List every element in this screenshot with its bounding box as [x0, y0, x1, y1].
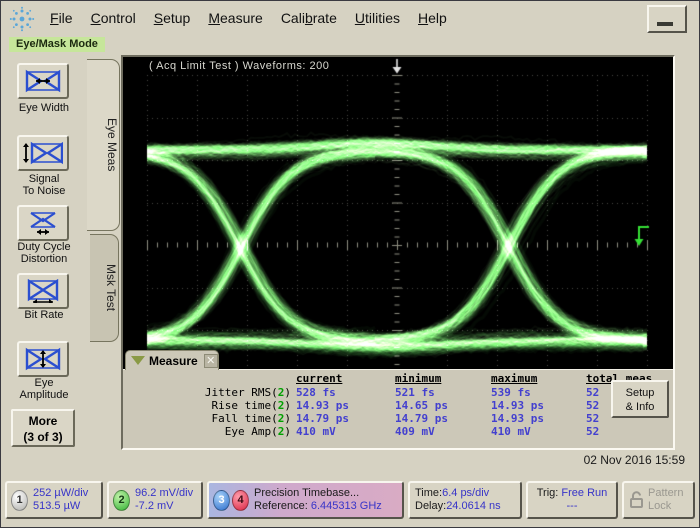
timebase-title: Precision Timebase...: [254, 487, 382, 500]
more-button[interactable]: More (3 of 3): [11, 409, 75, 447]
channel2-scale: 96.2 mV/div: [135, 487, 193, 500]
measure-maximum: 410 mV: [491, 425, 531, 438]
measure-panel-tab[interactable]: Measure ✕: [125, 350, 219, 370]
measure-minimum: 14.79 ps: [395, 412, 448, 425]
measure-tab-label: Measure: [149, 354, 198, 368]
pattern-lock-label1: Pattern: [648, 487, 683, 500]
channel2-offset: -7.2 mV: [135, 500, 193, 513]
trig-value: Free Run: [561, 487, 607, 499]
bit-rate-button[interactable]: [17, 273, 69, 309]
channel1-offset: 513.5 µW: [33, 500, 88, 513]
channel1-scale: 252 µW/div: [33, 487, 88, 500]
signal-to-noise-icon: [23, 141, 63, 165]
measure-current: 14.93 ps: [296, 399, 349, 412]
measure-row-jitter: Jitter RMS(2) 528 fs 521 fs 539 fs 52: [123, 386, 673, 399]
datetime-text: 02 Nov 2016 15:59: [584, 453, 685, 467]
measure-label: Fall time(2): [123, 412, 291, 425]
eye-amplitude-button[interactable]: [17, 341, 69, 377]
channel3-badge: 3: [213, 490, 230, 511]
channel2-badge: 2: [113, 490, 130, 511]
scope-display: ( Acq Limit Test ) Waveforms: 200 Measur…: [121, 55, 675, 450]
col-header-current: current: [296, 372, 342, 385]
menu-file[interactable]: File: [41, 6, 82, 30]
measure-maximum: 14.93 ps: [491, 412, 544, 425]
menu-calibrate[interactable]: Calibrate: [272, 6, 346, 30]
measure-minimum: 14.65 ps: [395, 399, 448, 412]
measure-current: 528 fs: [296, 386, 336, 399]
menu-utilities[interactable]: Utilities: [346, 6, 409, 30]
bit-rate-label: Bit Rate: [1, 309, 87, 321]
pattern-lock-button[interactable]: Pattern Lock: [622, 481, 695, 519]
menu-help[interactable]: Help: [409, 6, 456, 30]
acquisition-status-text: ( Acq Limit Test ) Waveforms: 200: [149, 60, 329, 72]
measure-maximum: 14.93 ps: [491, 399, 544, 412]
tab-msk-test[interactable]: Msk Test: [90, 234, 119, 342]
minimize-button[interactable]: [647, 5, 687, 33]
measure-current: 14.79 ps: [296, 412, 349, 425]
channel4-badge: 4: [232, 490, 249, 511]
bit-rate-icon: [23, 279, 63, 303]
measure-total: 52: [586, 399, 599, 412]
measure-minimum: 521 fs: [395, 386, 435, 399]
measure-minimum: 409 mV: [395, 425, 435, 438]
eye-width-button[interactable]: [17, 63, 69, 99]
setup-info-button[interactable]: Setup & Info: [611, 380, 669, 418]
pattern-lock-label2: Lock: [648, 500, 683, 513]
agilent-spark-icon: [9, 6, 35, 32]
duty-cycle-distortion-label: Duty CycleDistortion: [1, 241, 87, 265]
eye-width-icon: [23, 69, 63, 93]
duty-cycle-distortion-icon: [23, 211, 63, 235]
precision-timebase-panel[interactable]: 3 4 Precision Timebase... Reference: 6.4…: [207, 481, 404, 519]
measure-row-falltime: Fall time(2) 14.79 ps 14.79 ps 14.93 ps …: [123, 412, 673, 425]
reference-value: 6.445313 GHz: [311, 500, 382, 512]
oscilloscope-window: File Control Setup Measure Calibrate Uti…: [0, 0, 700, 528]
measure-row-risetime: Rise time(2) 14.93 ps 14.65 ps 14.93 ps …: [123, 399, 673, 412]
measure-label: Eye Amp(2): [123, 425, 291, 438]
measure-label: Rise time(2): [123, 399, 291, 412]
delay-label: Delay:: [415, 500, 446, 512]
channel1-badge: 1: [11, 490, 28, 511]
time-value: 6.4 ps/div: [442, 487, 489, 499]
measure-current: 410 mV: [296, 425, 336, 438]
trig-label: Trig:: [537, 487, 562, 499]
tab-eye-meas[interactable]: Eye Meas: [87, 59, 120, 231]
timebase-scale-panel[interactable]: Time:6.4 ps/div Delay:24.0614 ns: [408, 481, 522, 519]
mode-label: Eye/Mask Mode: [9, 37, 105, 52]
eye-width-label: Eye Width: [1, 102, 87, 114]
signal-to-noise-button[interactable]: [17, 135, 69, 171]
measure-maximum: 539 fs: [491, 386, 531, 399]
measure-row-eyeamp: Eye Amp(2) 410 mV 409 mV 410 mV 52: [123, 425, 673, 438]
unlock-icon: [629, 491, 644, 509]
measure-panel: current minimum maximum total meas Jitte…: [123, 369, 673, 448]
channel1-panel[interactable]: 1 252 µW/div 513.5 µW: [5, 481, 103, 519]
col-header-minimum: minimum: [395, 372, 441, 385]
menu-setup[interactable]: Setup: [145, 6, 200, 30]
channel2-panel[interactable]: 2 96.2 mV/div -7.2 mV: [107, 481, 203, 519]
measure-total: 52: [586, 412, 599, 425]
eye-amplitude-label: EyeAmplitude: [1, 377, 87, 401]
trig-source: ---: [528, 500, 616, 513]
collapse-triangle-icon: [131, 356, 145, 365]
measure-total: 52: [586, 425, 599, 438]
duty-cycle-distortion-button[interactable]: [17, 205, 69, 241]
delay-value: 24.0614 ns: [446, 500, 500, 512]
time-label: Time:: [415, 487, 442, 499]
close-icon[interactable]: ✕: [204, 354, 218, 368]
measure-total: 52: [586, 386, 599, 399]
trigger-panel[interactable]: Trig: Free Run ---: [526, 481, 618, 519]
reference-label: Reference:: [254, 500, 311, 512]
eye-amplitude-icon: [23, 347, 63, 371]
col-header-maximum: maximum: [491, 372, 537, 385]
minimize-icon: [657, 22, 673, 26]
menu-measure[interactable]: Measure: [199, 6, 271, 30]
menu-bar: File Control Setup Measure Calibrate Uti…: [1, 1, 700, 35]
menu-control[interactable]: Control: [82, 6, 145, 30]
signal-to-noise-label: SignalTo Noise: [1, 173, 87, 197]
measure-label: Jitter RMS(2): [123, 386, 291, 399]
